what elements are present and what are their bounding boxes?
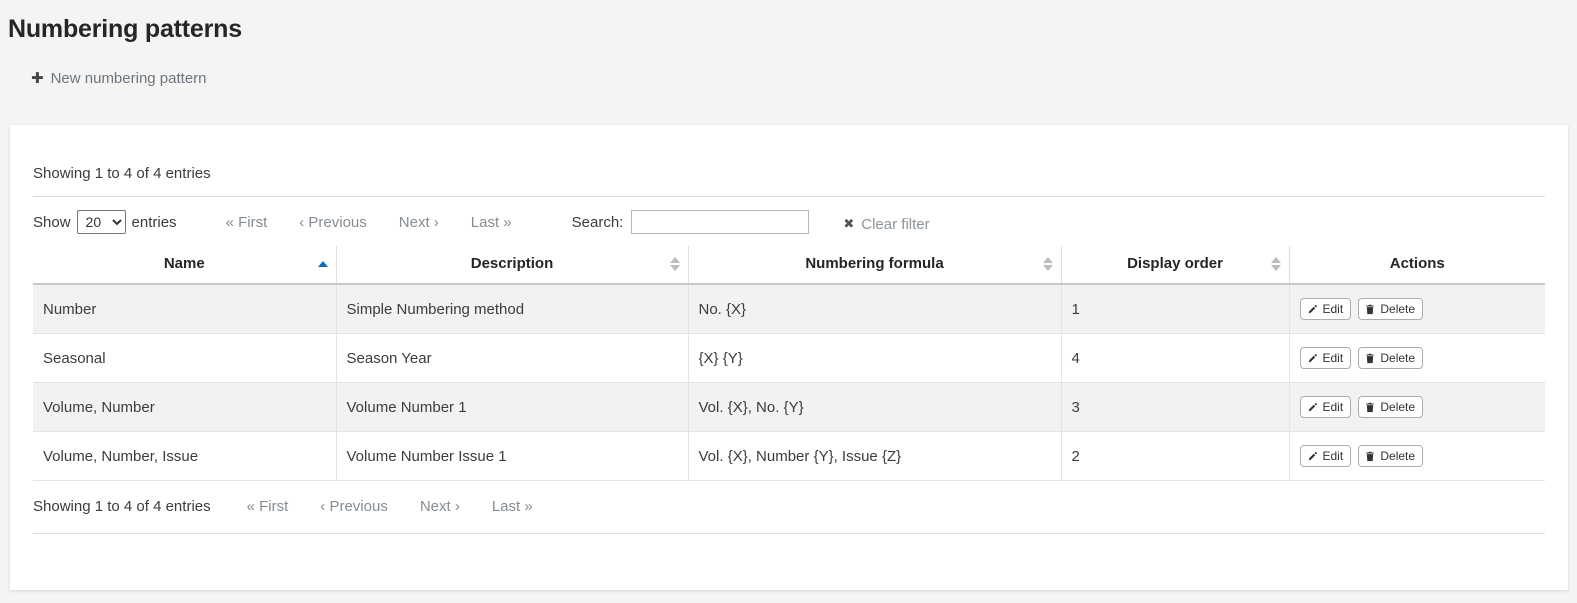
length-suffix-label: entries xyxy=(132,214,177,231)
datatable-info-bottom: Showing 1 to 4 of 4 entries xyxy=(33,498,211,515)
cell-display-order: 1 xyxy=(1061,284,1289,334)
table-body: Number Simple Numbering method No. {X} 1… xyxy=(33,284,1545,481)
column-header-description[interactable]: Description xyxy=(336,246,688,284)
delete-button[interactable]: Delete xyxy=(1358,445,1423,467)
edit-button[interactable]: Edit xyxy=(1300,347,1352,369)
column-header-display-order[interactable]: Display order xyxy=(1061,246,1289,284)
pagination-first-top[interactable]: « First xyxy=(210,214,284,231)
cell-description: Season Year xyxy=(336,334,688,383)
table-row: Number Simple Numbering method No. {X} 1… xyxy=(33,284,1545,334)
column-header-display-order-label: Display order xyxy=(1127,255,1223,272)
cell-name: Volume, Number, Issue xyxy=(33,432,336,481)
table-row: Volume, Number, Issue Volume Number Issu… xyxy=(33,432,1545,481)
cell-numbering-formula: Vol. {X}, No. {Y} xyxy=(688,383,1061,432)
table-row: Volume, Number Volume Number 1 Vol. {X},… xyxy=(33,383,1545,432)
cell-name: Volume, Number xyxy=(33,383,336,432)
cell-numbering-formula: No. {X} xyxy=(688,284,1061,334)
page-toolbar: ✚ New numbering pattern xyxy=(31,70,1577,87)
delete-button-label: Delete xyxy=(1380,400,1415,414)
edit-button-label: Edit xyxy=(1323,449,1344,463)
search-label: Search: xyxy=(572,214,624,231)
column-header-numbering-formula-label: Numbering formula xyxy=(805,255,943,272)
edit-button-label: Edit xyxy=(1323,302,1344,316)
pagination-next-bottom[interactable]: Next › xyxy=(404,498,476,515)
edit-button[interactable]: Edit xyxy=(1300,396,1352,418)
search-control: Search: xyxy=(572,210,810,234)
clear-filter-label: Clear filter xyxy=(861,216,929,233)
delete-button[interactable]: Delete xyxy=(1358,347,1423,369)
pagination-next-top[interactable]: Next › xyxy=(383,214,455,231)
pagination-top: « First ‹ Previous Next › Last » xyxy=(210,214,528,231)
cell-display-order: 3 xyxy=(1061,383,1289,432)
sort-none-icon xyxy=(670,256,680,272)
cell-description: Simple Numbering method xyxy=(336,284,688,334)
delete-button-label: Delete xyxy=(1380,449,1415,463)
cell-actions: Edit Delete xyxy=(1289,432,1545,481)
table-row: Seasonal Season Year {X} {Y} 4 Edit xyxy=(33,334,1545,383)
column-header-description-label: Description xyxy=(471,255,554,272)
cell-actions: Edit Delete xyxy=(1289,334,1545,383)
page-title: Numbering patterns xyxy=(8,14,1577,44)
page-header: Numbering patterns ✚ New numbering patte… xyxy=(0,0,1577,87)
cell-display-order: 2 xyxy=(1061,432,1289,481)
cell-numbering-formula: {X} {Y} xyxy=(688,334,1061,383)
close-x-icon: ✖ xyxy=(843,218,854,231)
new-numbering-pattern-label: New numbering pattern xyxy=(51,70,207,87)
length-control: Show 20 entries xyxy=(33,210,177,234)
sort-ascending-icon xyxy=(318,256,328,272)
edit-button-label: Edit xyxy=(1323,351,1344,365)
column-header-name-label: Name xyxy=(164,255,205,272)
sort-none-icon xyxy=(1043,256,1053,272)
trash-icon xyxy=(1365,353,1375,364)
datatable-controls: Show 20 entries « First ‹ Previous Next … xyxy=(33,197,1545,246)
cell-actions: Edit Delete xyxy=(1289,383,1545,432)
pagination-previous-bottom[interactable]: ‹ Previous xyxy=(304,498,404,515)
delete-button[interactable]: Delete xyxy=(1358,396,1423,418)
cell-description: Volume Number 1 xyxy=(336,383,688,432)
sort-none-icon xyxy=(1271,256,1281,272)
edit-button-label: Edit xyxy=(1323,400,1344,414)
plus-icon: ✚ xyxy=(31,71,44,86)
delete-button-label: Delete xyxy=(1380,351,1415,365)
pencil-icon xyxy=(1307,402,1318,413)
cell-name: Seasonal xyxy=(33,334,336,383)
cell-display-order: 4 xyxy=(1061,334,1289,383)
trash-icon xyxy=(1365,451,1375,462)
trash-icon xyxy=(1365,304,1375,315)
column-header-numbering-formula[interactable]: Numbering formula xyxy=(688,246,1061,284)
edit-button[interactable]: Edit xyxy=(1300,298,1352,320)
cell-name: Number xyxy=(33,284,336,334)
new-numbering-pattern-button[interactable]: ✚ New numbering pattern xyxy=(31,70,207,87)
datatable-info-top: Showing 1 to 4 of 4 entries xyxy=(33,125,1545,197)
pagination-first-bottom[interactable]: « First xyxy=(231,498,305,515)
pagination-bottom: « First ‹ Previous Next › Last » xyxy=(231,498,549,515)
length-prefix-label: Show xyxy=(33,214,71,231)
column-header-actions: Actions xyxy=(1289,246,1545,284)
pagination-last-bottom[interactable]: Last » xyxy=(476,498,549,515)
datatable-footer: Showing 1 to 4 of 4 entries « First ‹ Pr… xyxy=(33,481,1545,515)
search-input[interactable] xyxy=(631,210,809,234)
pagination-last-top[interactable]: Last » xyxy=(455,214,528,231)
delete-button[interactable]: Delete xyxy=(1358,298,1423,320)
column-header-actions-label: Actions xyxy=(1390,255,1445,272)
delete-button-label: Delete xyxy=(1380,302,1415,316)
footer-divider xyxy=(33,533,1545,534)
cell-numbering-formula: Vol. {X}, Number {Y}, Issue {Z} xyxy=(688,432,1061,481)
numbering-patterns-table: Name Description xyxy=(33,246,1545,481)
pencil-icon xyxy=(1307,304,1318,315)
column-header-name[interactable]: Name xyxy=(33,246,336,284)
pencil-icon xyxy=(1307,451,1318,462)
cell-actions: Edit Delete xyxy=(1289,284,1545,334)
pagination-previous-top[interactable]: ‹ Previous xyxy=(283,214,383,231)
cell-description: Volume Number Issue 1 xyxy=(336,432,688,481)
clear-filter-button[interactable]: ✖ Clear filter xyxy=(843,212,929,233)
edit-button[interactable]: Edit xyxy=(1300,445,1352,467)
table-header-row: Name Description xyxy=(33,246,1545,284)
table-head: Name Description xyxy=(33,246,1545,284)
entries-per-page-select[interactable]: 20 xyxy=(77,210,126,234)
content-card: Showing 1 to 4 of 4 entries Show 20 entr… xyxy=(10,125,1568,590)
pencil-icon xyxy=(1307,353,1318,364)
trash-icon xyxy=(1365,402,1375,413)
